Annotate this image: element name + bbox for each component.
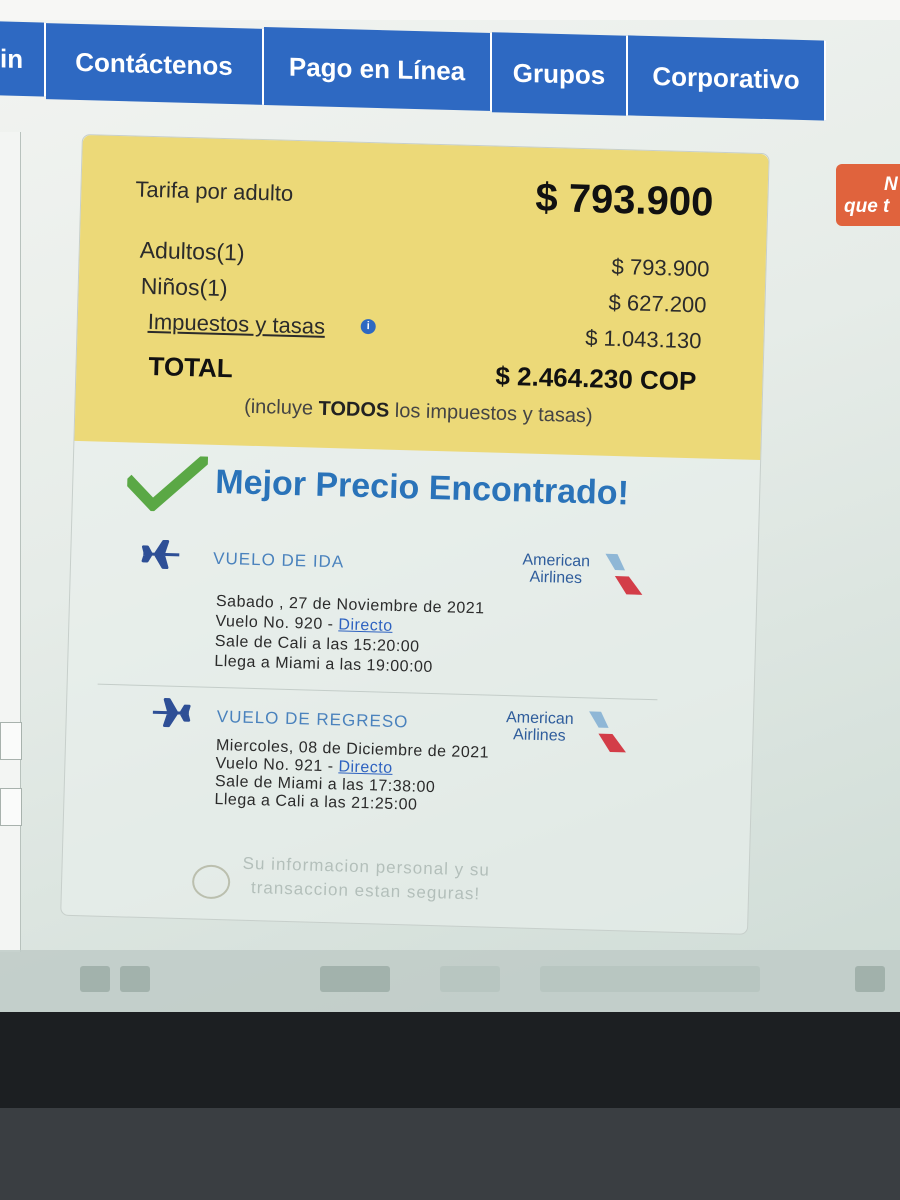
nav-tab-corporativo[interactable]: Corporativo [628,35,826,121]
side-badge-line: N [884,174,898,195]
adults-label: Adultos(1) [139,236,245,266]
includes-pre: (incluye [243,395,319,420]
top-navigation: in Contáctenos Pago en Línea Grupos Corp… [0,18,840,121]
nav-tab-contactenos[interactable]: Contáctenos [46,23,264,105]
airline-tail-icon [589,711,626,753]
price-breakdown: Tarifa por adulto $ 793.900 Adultos(1) $… [74,135,769,461]
browser-screen: in Contáctenos Pago en Línea Grupos Corp… [0,0,900,1012]
nav-tab-pago-en-linea[interactable]: Pago en Línea [264,27,492,111]
os-taskbar [0,950,900,1012]
laptop-base [0,1108,900,1200]
system-tray[interactable] [540,966,760,992]
security-note: Su informacion personal y su transaccion… [191,850,593,921]
flight-number-text: Vuelo No. 921 - [215,754,339,776]
top-strip [0,0,900,20]
outbound-arrives: Llega a Miami a las 19:00:00 [214,652,434,677]
left-input-field[interactable] [0,722,22,760]
airline-name-line: American [505,709,574,728]
outbound-title: VUELO DE IDA [212,548,345,572]
nav-tab-grupos[interactable]: Grupos [492,32,628,116]
fare-per-adult-label: Tarifa por adulto [135,176,294,206]
lock-icon [191,864,231,900]
return-flight: VUELO DE REGRESO American Airlines Mierco… [133,697,677,862]
includes-bold: TODOS [318,397,390,422]
checkmark-icon [126,454,209,513]
left-search-panel [0,132,22,952]
direct-link[interactable]: Directo [338,758,393,777]
weather-widget[interactable] [440,966,500,992]
airplane-icon [152,698,191,728]
airline-name: American Airlines [496,709,583,745]
american-airlines-logo: American Airlines [512,549,653,597]
outbound-flight: VUELO DE IDA American Airlines Sabado , 2… [138,539,682,704]
includes-post: los impuestos y tasas) [388,399,593,428]
airline-name: American Airlines [513,551,600,587]
notifications-icon[interactable] [855,966,885,992]
taskbar-app-icon[interactable] [320,966,390,992]
airline-name-line: American [522,551,591,571]
security-text: Su informacion personal y su transaccion… [242,852,490,907]
flight-number-text: Vuelo No. 920 - [215,612,339,634]
total-value: $ 2.464.230 COP [495,360,697,397]
taxes-included-note: (incluye TODOS los impuestos y tasas) [75,391,761,433]
taxes-link[interactable]: Impuestos y tasas [147,309,325,340]
direct-link[interactable]: Directo [338,616,393,635]
return-title: VUELO DE REGRESO [216,706,409,732]
fare-per-adult-value: $ 793.900 [534,175,714,225]
children-value: $ 627.200 [608,289,707,318]
taxes-value: $ 1.043.130 [584,325,702,354]
booking-summary-card: Tarifa por adulto $ 793.900 Adultos(1) $… [60,134,770,935]
side-promo-badge[interactable]: N que t [836,164,900,226]
outbound-flight-number: Vuelo No. 920 - Directo [215,613,393,636]
airline-name-line: Airlines [529,568,583,588]
airplane-icon [141,539,180,570]
airline-name-line: Airlines [512,726,566,745]
children-label: Niños(1) [140,272,229,302]
best-price-headline: Mejor Precio Encontrado! [214,462,630,513]
nav-tab-partial[interactable]: in [0,21,46,97]
taskbar-app-icon[interactable] [80,966,110,992]
airline-tail-icon [605,553,643,595]
adults-value: $ 793.900 [611,253,710,282]
info-icon[interactable]: i [360,318,376,335]
total-label: TOTAL [148,350,234,384]
left-input-field[interactable] [0,788,22,826]
taskbar-app-icon[interactable] [120,966,150,992]
side-badge-line: que t [844,196,890,217]
american-airlines-logo: American Airlines [496,707,637,755]
